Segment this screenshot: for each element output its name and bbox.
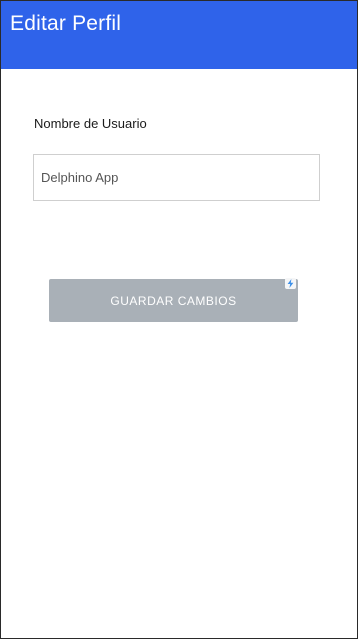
app-screen: Editar Perfil Nombre de Usuario GUARDAR … — [0, 0, 358, 639]
page-title: Editar Perfil — [10, 12, 122, 35]
username-label: Nombre de Usuario — [34, 116, 147, 131]
save-changes-button[interactable]: GUARDAR CAMBIOS — [49, 279, 298, 322]
lightning-bolt-icon — [285, 278, 296, 289]
username-input[interactable] — [33, 154, 320, 201]
app-bar: Editar Perfil — [1, 1, 357, 69]
